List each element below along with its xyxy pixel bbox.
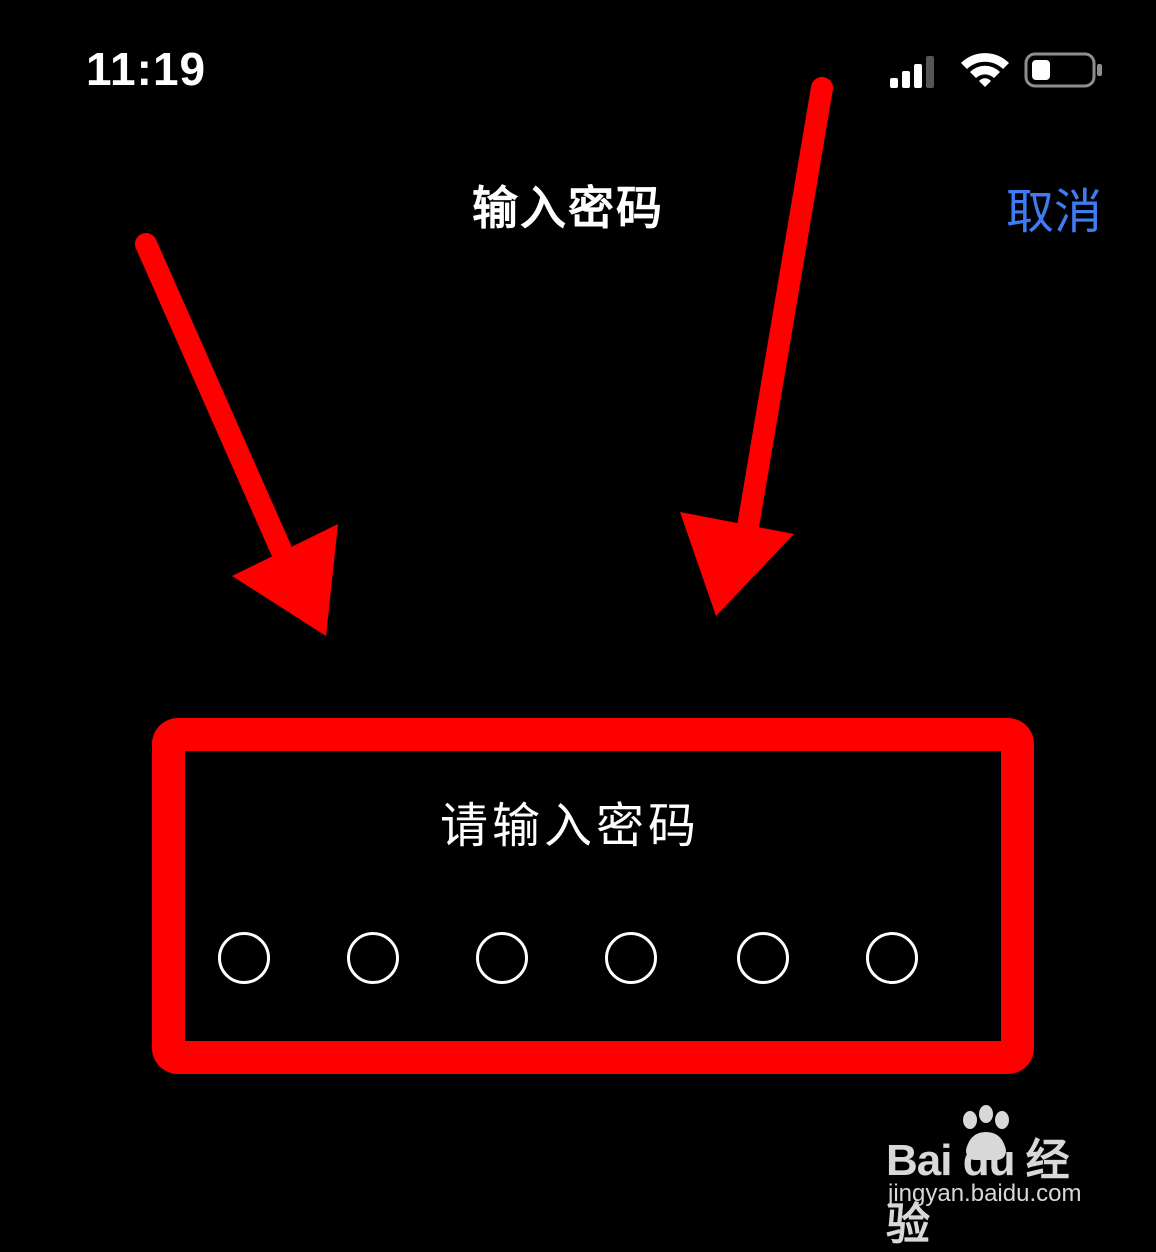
- right-arrow-shaft: [731, 77, 833, 573]
- left-arrow-shaft: [135, 233, 301, 581]
- passcode-dot: [218, 932, 270, 984]
- status-time: 11:19: [86, 43, 207, 95]
- passcode-prompt: 请输入密码: [439, 798, 700, 854]
- annotation-highlight-box: [152, 718, 1034, 1074]
- right-arrow-head: [680, 512, 794, 616]
- battery-icon: [1024, 52, 1102, 88]
- passcode-dot: [737, 932, 789, 984]
- passcode-dot: [866, 932, 918, 984]
- passcode-dot: [476, 932, 528, 984]
- status-bar: 11:19: [0, 0, 1156, 120]
- watermark-url: jingyan.baidu.com: [888, 1180, 1082, 1207]
- left-arrow-head: [232, 524, 338, 636]
- wifi-icon: [961, 53, 1009, 87]
- passcode-dot: [347, 932, 399, 984]
- cellular-signal-icon: [890, 56, 934, 88]
- baidu-jingyan-watermark: Bai du 经验 jingyan.baidu.com: [886, 1104, 1106, 1249]
- page-title: 输入密码: [472, 181, 664, 235]
- cancel-button[interactable]: 取消: [1006, 172, 1102, 242]
- passcode-dot: [605, 932, 657, 984]
- passcode-dots[interactable]: [0, 932, 1156, 992]
